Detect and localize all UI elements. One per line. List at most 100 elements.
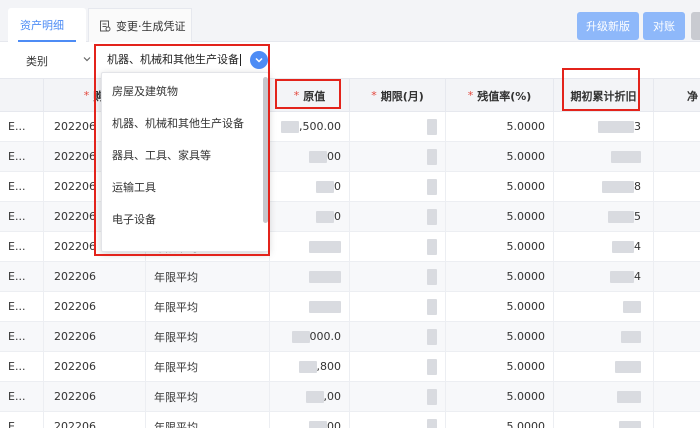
cell-accum-depreciation <box>554 412 654 428</box>
redacted-value <box>602 180 634 193</box>
cell-accum-depreciation <box>554 382 654 411</box>
dropdown-option[interactable]: 器具、工具、家具等 <box>102 139 262 171</box>
cell-code: E... <box>0 292 44 321</box>
cell-residual-rate: 5.0000 <box>446 202 554 231</box>
cell-residual-rate: 5.0000 <box>446 352 554 381</box>
app-root: 资产明细 变更·生成凭证 升级新版 对账 类别 机器、机械和其他生产设备 *购买 <box>0 0 700 428</box>
cell-period: 202206 <box>44 352 146 381</box>
table-row[interactable]: E... 202206 年限平均 00 5.0000 <box>0 412 700 428</box>
redacted-value <box>281 120 299 133</box>
redacted-value <box>427 388 437 405</box>
text-cursor <box>240 54 241 66</box>
redacted-value <box>298 360 317 373</box>
dropdown-option[interactable]: 房屋及建筑物 <box>102 75 262 107</box>
cell-accum-depreciation: 4 <box>554 262 654 291</box>
redacted-value <box>619 420 641 428</box>
cell-original-value: 0 <box>270 172 350 201</box>
cell-code: E... <box>0 262 44 291</box>
table-row[interactable]: E... 202206 年限平均 ,00 5.0000 <box>0 382 700 412</box>
cell-original-value: 00 <box>270 142 350 171</box>
redacted-value <box>427 118 437 135</box>
cell-period: 202206 <box>44 292 146 321</box>
cell-net <box>654 262 700 291</box>
cell-original-value <box>270 232 350 261</box>
redacted-value <box>617 390 641 403</box>
cell-original-value: ,00 <box>270 382 350 411</box>
table-row[interactable]: E... 202206 年限平均 000.0 5.0000 <box>0 322 700 352</box>
redacted-value <box>427 208 437 225</box>
cell-code: E... <box>0 382 44 411</box>
redacted-value <box>610 270 634 283</box>
selected-category: 机器、机械和其他生产设备 <box>107 53 239 66</box>
cell-term <box>350 172 446 201</box>
cell-method: 年限平均 <box>146 382 270 411</box>
cell-net <box>654 112 700 141</box>
tab-change-voucher[interactable]: 变更·生成凭证 <box>88 8 192 42</box>
cell-term <box>350 412 446 428</box>
cell-period: 202206 <box>44 382 146 411</box>
cell-residual-rate: 5.0000 <box>446 412 554 428</box>
redacted-value <box>316 210 334 223</box>
cell-residual-rate: 5.0000 <box>446 112 554 141</box>
chevron-down-icon[interactable] <box>82 54 92 64</box>
dropdown-option[interactable]: 电子设备 <box>102 203 262 235</box>
redacted-value <box>291 330 310 343</box>
category-select-input[interactable]: 机器、机械和其他生产设备 <box>103 48 271 72</box>
dropdown-option[interactable]: 运输工具 <box>102 171 262 203</box>
cell-method: 年限平均 <box>146 412 270 428</box>
cell-original-value <box>270 292 350 321</box>
cell-accum-depreciation: 4 <box>554 232 654 261</box>
cell-code: E... <box>0 322 44 351</box>
cell-accum-depreciation <box>554 292 654 321</box>
redacted-value <box>316 180 334 193</box>
cell-term <box>350 292 446 321</box>
redacted-value <box>598 120 634 133</box>
category-dropdown: 房屋及建筑物 机器、机械和其他生产设备 器具、工具、家具等 运输工具 电子设备 <box>101 72 269 252</box>
cell-code: E... <box>0 172 44 201</box>
table-row[interactable]: E...202206年限平均 5.00004 <box>0 262 700 292</box>
cell-term <box>350 322 446 351</box>
cell-code: E... <box>0 112 44 141</box>
redacted-value <box>621 330 641 343</box>
tab-label: 变更·生成凭证 <box>116 19 186 33</box>
redacted-value <box>427 268 437 285</box>
cell-residual-rate: 5.0000 <box>446 232 554 261</box>
cell-original-value: 000.0 <box>270 322 350 351</box>
redacted-value <box>309 150 327 163</box>
cell-net <box>654 142 700 171</box>
redacted-value <box>427 238 437 255</box>
dropdown-scrollbar[interactable] <box>263 77 268 223</box>
cell-method: 年限平均 <box>146 322 270 351</box>
cell-method: 年限平均 <box>146 262 270 291</box>
cell-original-value: ,800 <box>270 352 350 381</box>
header-net: 净 <box>687 89 698 103</box>
more-button[interactable] <box>691 12 700 40</box>
cell-method: 年限平均 <box>146 352 270 381</box>
cell-period: 202206 <box>44 322 146 351</box>
header-col-0 <box>0 79 44 112</box>
tab-asset-details[interactable]: 资产明细 <box>8 8 86 42</box>
cell-code: E... <box>0 142 44 171</box>
cell-term <box>350 352 446 381</box>
table-row[interactable]: E... 202206 年限平均 5.0000 <box>0 292 700 322</box>
cell-residual-rate: 5.0000 <box>446 382 554 411</box>
required-star: * <box>371 89 377 102</box>
redacted-value <box>309 240 341 253</box>
cell-accum-depreciation <box>554 322 654 351</box>
redacted-value <box>309 270 341 283</box>
cell-term <box>350 202 446 231</box>
redacted-value <box>427 178 437 195</box>
chevron-down-icon[interactable] <box>250 51 268 69</box>
cell-residual-rate: 5.0000 <box>446 172 554 201</box>
cell-net <box>654 382 700 411</box>
cell-residual-rate: 5.0000 <box>446 292 554 321</box>
cell-original-value <box>270 262 350 291</box>
dropdown-option[interactable]: 机器、机械和其他生产设备 <box>102 107 262 139</box>
active-tab-underline <box>18 40 76 42</box>
cell-net <box>654 292 700 321</box>
redacted-value <box>427 418 437 428</box>
table-row[interactable]: E... 202206 年限平均 ,800 5.0000 <box>0 352 700 382</box>
redacted-value <box>427 148 437 165</box>
reconcile-button[interactable]: 对账 <box>643 12 685 40</box>
upgrade-button[interactable]: 升级新版 <box>577 12 639 40</box>
